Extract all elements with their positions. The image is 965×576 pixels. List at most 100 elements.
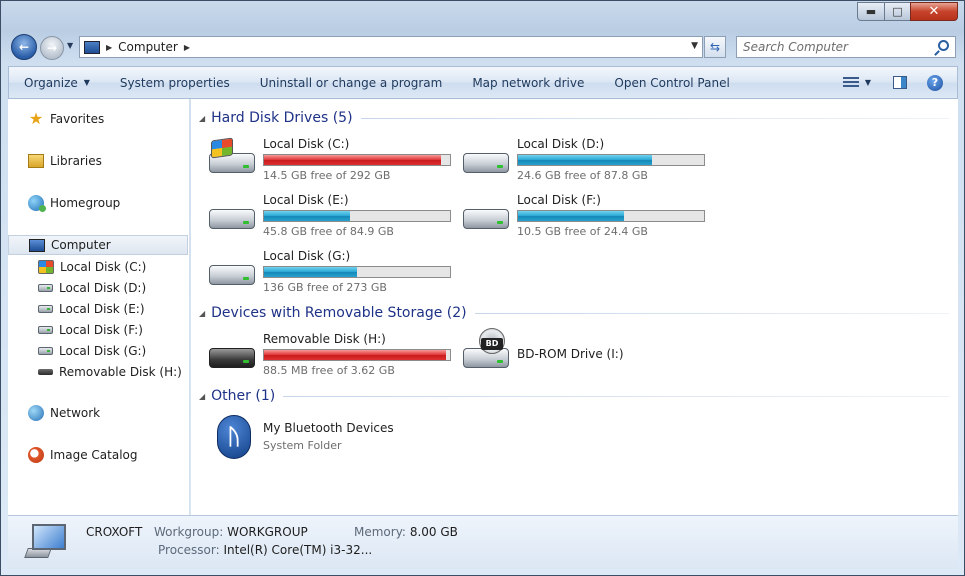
- maximize-button[interactable]: □: [884, 2, 911, 21]
- drive-usage-bar: [263, 154, 451, 166]
- hard-drive-icon: [463, 147, 509, 177]
- nav-homegroup[interactable]: Homegroup: [8, 193, 188, 213]
- hard-drive-icon: [38, 347, 53, 355]
- address-dropdown-icon[interactable]: ▼: [691, 41, 698, 51]
- network-icon: [28, 405, 44, 421]
- collapse-icon[interactable]: ◢: [199, 114, 205, 123]
- drive-usage-bar: [263, 210, 451, 222]
- hard-drive-icon: [38, 284, 53, 292]
- close-button[interactable]: ✕: [910, 2, 958, 21]
- drive-tile-i[interactable]: BD BD-ROM Drive (I:): [463, 328, 707, 372]
- nav-favorites[interactable]: ★ Favorites: [8, 109, 188, 129]
- nav-image-catalog-label: Image Catalog: [50, 448, 138, 462]
- bd-badge: BD: [481, 338, 503, 350]
- memory-label: Memory:: [354, 525, 406, 539]
- search-input[interactable]: [743, 40, 933, 54]
- drive-free-space: 136 GB free of 273 GB: [263, 281, 387, 294]
- section-hard-disk-drives[interactable]: ◢ Hard Disk Drives (5): [199, 110, 949, 126]
- recent-pages-button[interactable]: ▼: [67, 41, 73, 50]
- nav-drive-h[interactable]: Removable Disk (H:): [38, 362, 182, 382]
- computer-icon: [84, 40, 100, 54]
- open-control-panel-button[interactable]: Open Control Panel: [599, 67, 744, 98]
- change-view-icon[interactable]: [842, 76, 859, 89]
- maximize-icon: □: [892, 5, 903, 18]
- drive-usage-bar: [263, 266, 451, 278]
- chevron-down-icon: ▼: [83, 78, 90, 87]
- nav-drive-label: Local Disk (F:): [59, 323, 143, 337]
- windows-drive-icon: [209, 137, 255, 177]
- drive-usage-bar: [517, 154, 705, 166]
- drive-tile-c[interactable]: Local Disk (C:) 14.5 GB free of 292 GB: [209, 137, 453, 182]
- breadcrumb-computer[interactable]: Computer: [118, 40, 178, 54]
- workgroup-label: Workgroup:: [154, 525, 224, 539]
- nav-network[interactable]: Network: [8, 403, 188, 423]
- search-box: [736, 36, 956, 58]
- nav-drive-e[interactable]: Local Disk (E:): [38, 299, 145, 319]
- bluetooth-devices-tile[interactable]: ᚢ My Bluetooth Devices System Folder: [217, 415, 453, 459]
- collapse-icon[interactable]: ◢: [199, 392, 205, 401]
- view-options-dropdown-icon[interactable]: ▼: [865, 78, 871, 87]
- nav-image-catalog[interactable]: Image Catalog: [8, 445, 188, 465]
- breadcrumb-arrow-icon[interactable]: ▶: [184, 43, 190, 52]
- workgroup-value: WORKGROUP: [227, 525, 308, 539]
- hard-drive-icon: [209, 259, 255, 289]
- nav-libraries[interactable]: Libraries: [8, 151, 188, 171]
- section-divider: [360, 117, 949, 119]
- drive-tile-e[interactable]: Local Disk (E:) 45.8 GB free of 84.9 GB: [209, 193, 453, 238]
- breadcrumb-arrow-icon[interactable]: ▶: [106, 43, 112, 52]
- section-title: Hard Disk Drives (5): [211, 110, 353, 126]
- drive-tile-h[interactable]: Removable Disk (H:) 88.5 MB free of 3.62…: [209, 332, 453, 377]
- organize-label: Organize: [24, 75, 78, 90]
- back-button[interactable]: ←: [11, 34, 37, 60]
- organize-button[interactable]: Organize ▼: [9, 67, 105, 98]
- preview-pane-icon[interactable]: [893, 76, 907, 89]
- hard-drive-icon: [38, 305, 53, 313]
- windows-drive-icon: [38, 260, 54, 274]
- section-title: Other (1): [211, 388, 276, 404]
- nav-favorites-label: Favorites: [50, 112, 105, 126]
- nav-computer-label: Computer: [51, 238, 111, 252]
- nav-drive-g[interactable]: Local Disk (G:): [38, 341, 146, 361]
- forward-button[interactable]: →: [40, 36, 64, 60]
- section-removable-storage[interactable]: ◢ Devices with Removable Storage (2): [199, 305, 949, 321]
- section-other[interactable]: ◢ Other (1): [199, 388, 949, 404]
- map-network-drive-button[interactable]: Map network drive: [457, 67, 599, 98]
- minimize-button[interactable]: ▬: [857, 2, 885, 21]
- drive-usage-fill: [264, 350, 447, 360]
- library-icon: [28, 154, 44, 168]
- removable-drive-icon: [209, 342, 255, 372]
- drive-usage-fill: [518, 211, 625, 221]
- computer-name: CROXOFT: [86, 525, 143, 539]
- drive-usage-fill: [518, 155, 652, 165]
- address-bar[interactable]: ▶ Computer ▶ ▼: [79, 36, 703, 58]
- refresh-button[interactable]: ⇆: [704, 36, 726, 58]
- drive-free-space: 10.5 GB free of 24.4 GB: [517, 225, 648, 238]
- help-icon[interactable]: ?: [927, 74, 943, 91]
- computer-icon: [24, 524, 66, 558]
- drive-tile-d[interactable]: Local Disk (D:) 24.6 GB free of 87.8 GB: [463, 137, 707, 182]
- bd-rom-drive-icon: BD: [463, 328, 509, 372]
- processor-value: Intel(R) Core(TM) i3-32...: [223, 543, 373, 557]
- chevron-down-icon: ▼: [67, 41, 74, 50]
- nav-drive-d[interactable]: Local Disk (D:): [38, 278, 146, 298]
- drive-usage-fill: [264, 211, 350, 221]
- section-divider: [283, 395, 949, 397]
- nav-drive-f[interactable]: Local Disk (F:): [38, 320, 143, 340]
- drive-free-space: 24.6 GB free of 87.8 GB: [517, 169, 648, 182]
- search-icon[interactable]: [938, 40, 949, 51]
- nav-computer[interactable]: Computer: [8, 235, 188, 255]
- details-pane: CROXOFT Workgroup: WORKGROUP Memory: 8.0…: [8, 515, 958, 569]
- drive-tile-g[interactable]: Local Disk (G:) 136 GB free of 273 GB: [209, 249, 453, 294]
- nav-drive-c[interactable]: Local Disk (C:): [38, 257, 146, 277]
- collapse-icon[interactable]: ◢: [199, 309, 205, 318]
- memory-value: 8.00 GB: [409, 525, 458, 539]
- uninstall-program-button[interactable]: Uninstall or change a program: [245, 67, 458, 98]
- system-properties-button[interactable]: System properties: [105, 67, 245, 98]
- nav-network-label: Network: [50, 406, 101, 420]
- removable-drive-icon: [38, 369, 53, 375]
- drive-tile-f[interactable]: Local Disk (F:) 10.5 GB free of 24.4 GB: [463, 193, 707, 238]
- hard-drive-icon: [38, 326, 53, 334]
- nav-libraries-label: Libraries: [50, 154, 102, 168]
- drive-free-space: 88.5 MB free of 3.62 GB: [263, 364, 395, 377]
- arrow-left-icon: ←: [18, 40, 30, 54]
